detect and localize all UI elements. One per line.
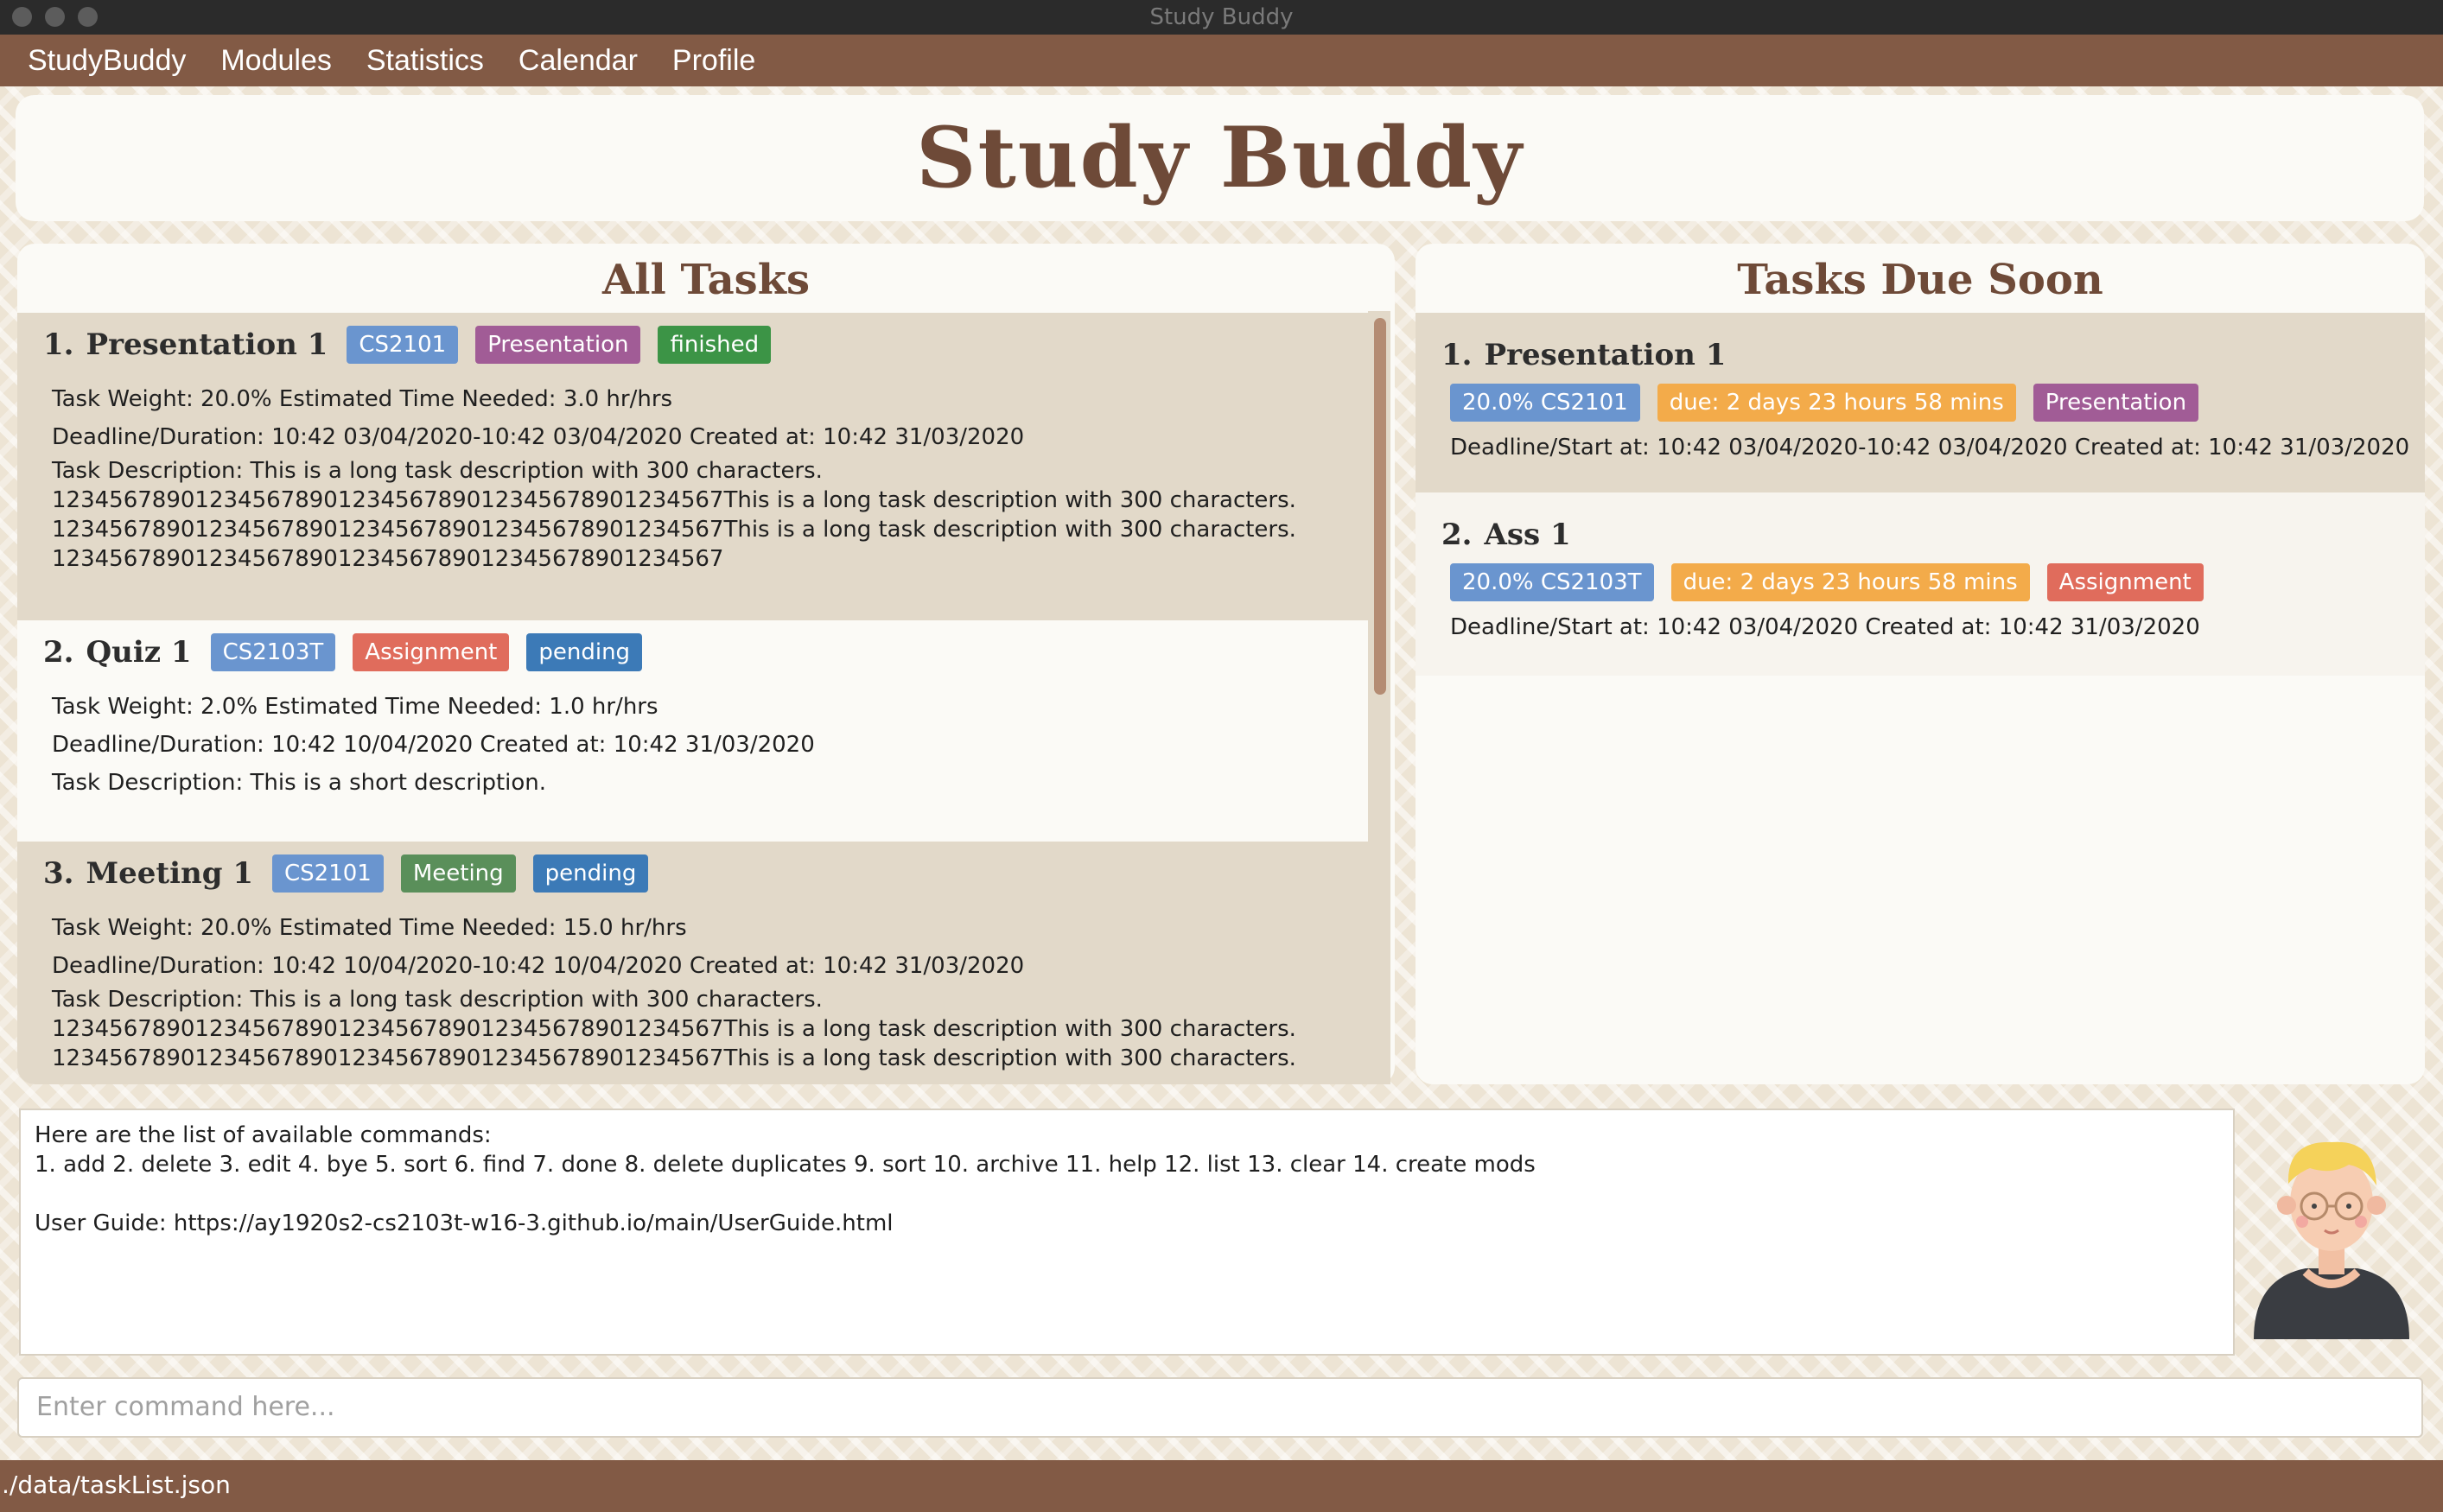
module-tag: CS2101 [347,326,459,364]
task-description-line: 1234567890123456789012345678901234567890… [52,546,724,572]
window-title: Study Buddy [1149,4,1294,30]
task-description-line: 1234567890123456789012345678901234567890… [52,1016,1296,1042]
command-box[interactable] [17,1377,2423,1438]
save-location: ./data/taskList.json [2,1471,231,1499]
menu-calendar[interactable]: Calendar [519,44,638,78]
task-weight-line: Task Weight: 20.0% Estimated Time Needed… [52,915,687,941]
result-line: User Guide: https://ay1920s2-cs2103t-w16… [35,1210,894,1236]
task-card-1[interactable]: 1. Presentation 1 CS2101 Presentation fi… [17,313,1368,620]
due-countdown-tag: due: 2 days 23 hours 58 mins [1657,384,2016,422]
due-countdown-tag: due: 2 days 23 hours 58 mins [1670,563,2030,601]
app-banner: Study Buddy [16,95,2424,221]
task-index: 3. [43,856,74,891]
task-description-line: 1234567890123456789012345678901234567890… [52,517,1296,543]
status-bar: ./data/taskList.json [0,1460,2443,1512]
task-title: Meeting 1 [86,856,254,891]
module-tag: CS2101 [272,854,384,893]
menu-profile[interactable]: Profile [672,44,755,78]
task-deadline-line: Deadline/Start at: 10:42 03/04/2020-10:4… [1450,435,2410,461]
task-card-3[interactable]: 3. Meeting 1 CS2101 Meeting pending Task… [17,842,1368,1084]
all-tasks-panel: All Tasks 1. Presentation 1 CS2101 Prese… [17,244,1395,1084]
task-deadline-line: Deadline/Duration: 10:42 03/04/2020-10:4… [52,424,1025,450]
result-display: Here are the list of available commands:… [19,1109,2235,1356]
command-input[interactable] [35,1391,2409,1423]
task-description-line: 1234567890123456789012345678901234567890… [52,487,1296,513]
task-deadline-line: Deadline/Duration: 10:42 10/04/2020-10:4… [52,953,1025,979]
task-index: 1. [1441,338,1473,372]
type-tag: Assignment [353,633,510,671]
close-icon[interactable] [12,7,32,27]
result-line: 1. add 2. delete 3. edit 4. bye 5. sort … [35,1152,1536,1178]
status-badge: pending [526,633,643,671]
task-description-line: Task Description: This is a short descri… [52,770,547,796]
menu-modules[interactable]: Modules [220,44,332,78]
status-badge: finished [658,326,772,364]
due-soon-panel: Tasks Due Soon 1. Presentation 1 20.0% C… [1416,244,2425,1084]
type-tag: Presentation [2033,384,2199,422]
task-card-2[interactable]: 2. Quiz 1 CS2103T Assignment pending Tas… [17,620,1368,842]
type-tag: Presentation [475,326,641,364]
task-weight-line: Task Weight: 2.0% Estimated Time Needed:… [52,694,658,720]
menu-statistics[interactable]: Statistics [366,44,484,78]
task-deadline-line: Deadline/Start at: 10:42 03/04/2020 Crea… [1450,614,2200,640]
result-line [35,1179,2219,1209]
minimize-icon[interactable] [45,7,65,27]
task-deadline-line: Deadline/Duration: 10:42 10/04/2020 Crea… [52,732,815,758]
task-description-line: Task Description: This is a long task de… [52,458,823,484]
menu-studybuddy[interactable]: StudyBuddy [28,44,186,78]
task-title: Ass 1 [1484,518,1571,552]
due-task-card-2[interactable]: 2. Ass 1 20.0% CS2103T due: 2 days 23 ho… [1416,492,2425,676]
status-badge: pending [532,854,649,893]
task-title: Presentation 1 [1484,338,1727,372]
module-tag: CS2103T [210,633,336,671]
task-index: 2. [1441,518,1473,552]
task-description-line: Task Description: This is a long task de… [52,987,823,1013]
due-soon-header: Tasks Due Soon [1737,256,2103,304]
avatar-icon [2245,1123,2418,1348]
weight-module-tag: 20.0% CS2103T [1450,563,1654,601]
window-titlebar: Study Buddy [0,0,2443,35]
zoom-icon[interactable] [78,7,98,27]
type-tag: Meeting [400,854,516,893]
menu-bar: StudyBuddy Modules Statistics Calendar P… [0,35,2443,86]
task-description-line: 1234567890123456789012345678901234567890… [52,1045,1296,1071]
all-tasks-header: All Tasks [602,256,810,304]
task-title: Presentation 1 [86,327,328,362]
task-title: Quiz 1 [86,635,192,670]
result-line: Here are the list of available commands: [35,1122,492,1148]
task-index: 1. [43,327,74,362]
task-index: 2. [43,635,74,670]
app-title: Study Buddy [916,109,1524,206]
weight-module-tag: 20.0% CS2101 [1450,384,1640,422]
due-task-card-1[interactable]: 1. Presentation 1 20.0% CS2101 due: 2 da… [1416,313,2425,492]
type-tag: Assignment [2046,563,2204,601]
task-weight-line: Task Weight: 20.0% Estimated Time Needed… [52,386,673,412]
task-list-scroll-thumb[interactable] [1374,318,1386,695]
